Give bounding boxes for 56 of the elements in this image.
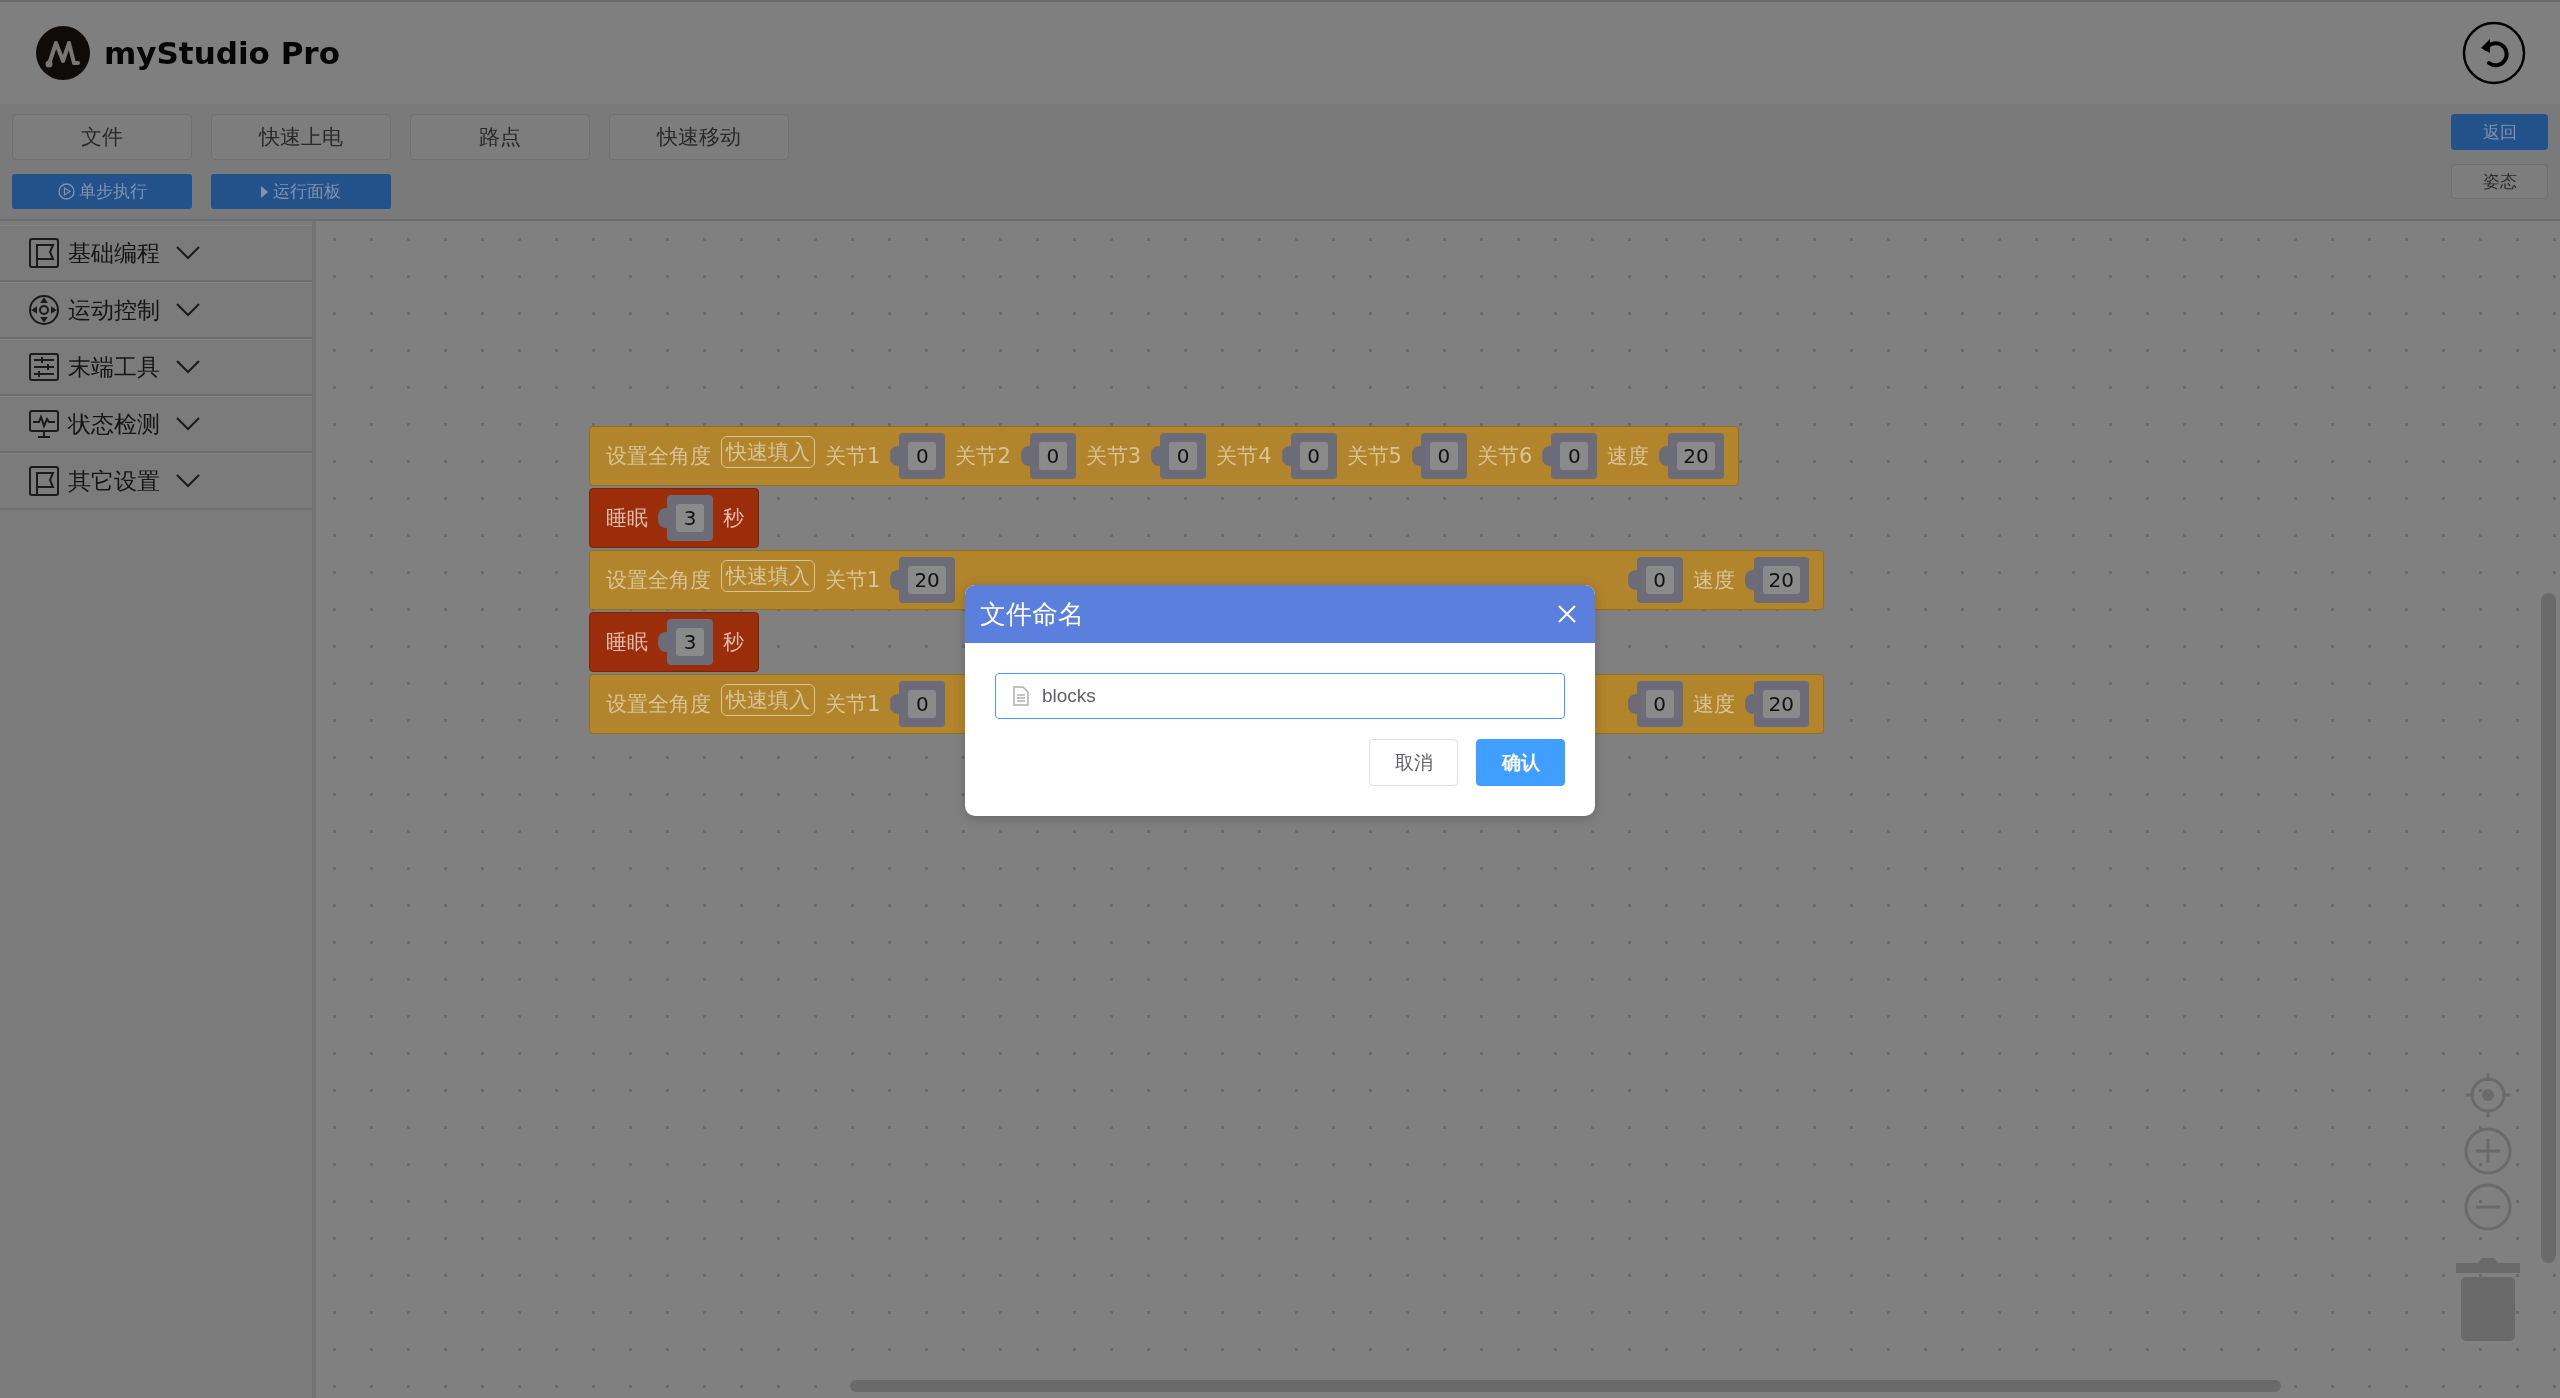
category-label: 运动控制 xyxy=(68,295,161,325)
pose-button[interactable]: 姿态 xyxy=(2451,164,2548,199)
category-label: 末端工具 xyxy=(68,352,161,382)
category-item[interactable]: 末端工具 xyxy=(0,339,312,396)
block-label: 设置全角度 xyxy=(606,443,711,470)
monitor-pulse-icon xyxy=(28,408,60,440)
close-button[interactable] xyxy=(1557,604,1577,624)
block-label: 设置全角度 xyxy=(606,567,711,594)
chevron-down-icon xyxy=(176,246,200,260)
block-label: 关节3 xyxy=(1085,443,1142,470)
chevron-down-icon xyxy=(176,303,200,317)
category-label: 状态检测 xyxy=(68,409,161,439)
block-label: 秒 xyxy=(723,629,744,656)
category-item[interactable]: 状态检测 xyxy=(0,396,312,453)
app-title: myStudio Pro xyxy=(104,35,340,71)
block-label: 关节1 xyxy=(825,691,881,718)
block-label: 速度 xyxy=(1692,691,1735,718)
set-angles-block[interactable]: 设置全角度 快速填入 关节1 0 关节2 0 关节3 0 关节4 0 关节5 0 关节6 0 速度 20 xyxy=(589,426,1739,486)
category-label: 基础编程 xyxy=(68,238,161,268)
chevron-down-icon xyxy=(176,474,200,488)
flag-icon xyxy=(28,237,60,269)
document-icon xyxy=(1013,686,1029,706)
play-circle-icon xyxy=(57,183,75,200)
chevron-down-icon xyxy=(176,360,200,374)
undo-icon[interactable] xyxy=(2462,21,2526,85)
file-name-field[interactable]: blocks xyxy=(995,673,1565,719)
block-label: 关节4 xyxy=(1216,443,1272,470)
confirm-button[interactable]: 确认 xyxy=(1476,739,1565,786)
block-label: 设置全角度 xyxy=(606,691,711,718)
block-label: 关节6 xyxy=(1476,443,1533,470)
chevron-down-icon xyxy=(176,417,200,431)
menu-tab[interactable]: 文件 xyxy=(12,114,192,160)
block-label: 关节1 xyxy=(825,443,881,470)
block-label: 睡眠 xyxy=(606,629,648,656)
direction-pad-icon xyxy=(28,294,60,326)
block-label: 速度 xyxy=(1692,567,1735,594)
sleep-block[interactable]: 睡眠 3 秒 xyxy=(589,488,759,548)
block-label: 睡眠 xyxy=(606,505,648,532)
cancel-button[interactable]: 取消 xyxy=(1369,739,1458,786)
category-item[interactable]: 运动控制 xyxy=(0,282,312,339)
block-label: 关节1 xyxy=(825,567,881,594)
block-label: 关节2 xyxy=(955,443,1011,470)
menu-tab[interactable]: 路点 xyxy=(410,114,590,160)
sleep-block[interactable]: 睡眠 3 秒 xyxy=(589,612,759,672)
block-label: 关节5 xyxy=(1346,443,1402,470)
play-triangle-icon xyxy=(261,185,269,198)
app-logo xyxy=(36,26,90,80)
category-label: 其它设置 xyxy=(68,466,161,496)
block-label: 秒 xyxy=(723,505,744,532)
flag-icon xyxy=(28,465,60,497)
block-label: 速度 xyxy=(1607,443,1650,470)
sliders-icon xyxy=(28,351,60,383)
menu-tab[interactable]: 快速移动 xyxy=(609,114,789,160)
category-item[interactable]: 其它设置 xyxy=(0,453,312,510)
category-item[interactable]: 基础编程 xyxy=(0,225,312,282)
menu-tab[interactable]: 快速上电 xyxy=(211,114,391,160)
